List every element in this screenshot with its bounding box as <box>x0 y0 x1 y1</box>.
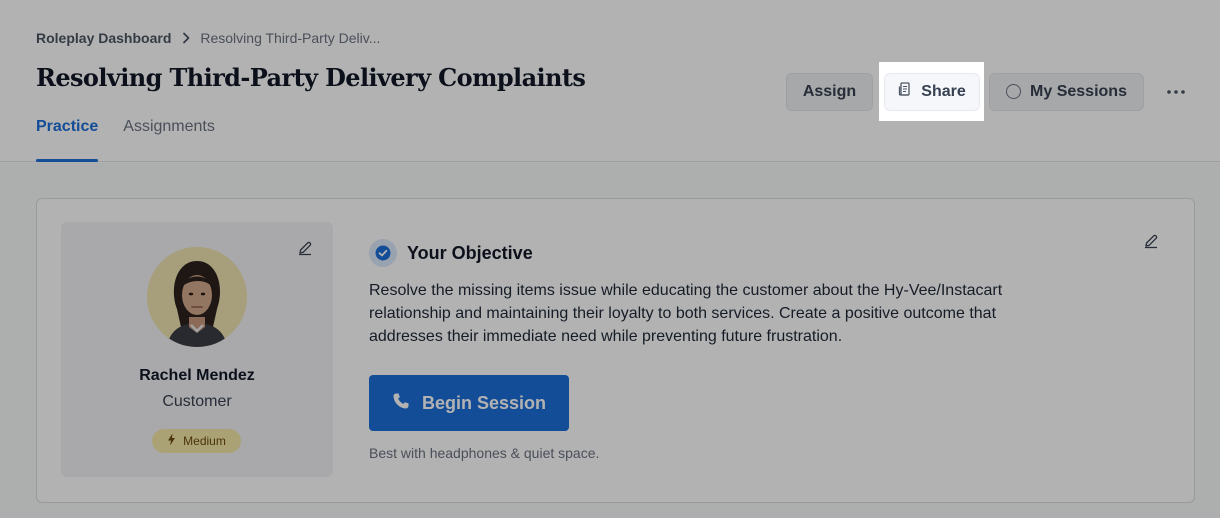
tab-practice[interactable]: Practice <box>36 118 99 162</box>
breadcrumb: Roleplay Dashboard Resolving Third-Party… <box>36 30 380 46</box>
more-horizontal-icon[interactable] <box>1164 80 1188 104</box>
page-header: Roleplay Dashboard Resolving Third-Party… <box>0 0 1220 162</box>
assign-button[interactable]: Assign <box>786 72 873 111</box>
objective-heading: Your Objective <box>369 239 1059 267</box>
share-icon <box>897 81 913 102</box>
session-hint: Best with headphones & quiet space. <box>369 445 600 461</box>
tab-assignments[interactable]: Assignments <box>123 118 215 162</box>
avatar <box>147 247 247 347</box>
persona-panel: Rachel Mendez Customer Medium <box>61 222 333 477</box>
badge-check-icon <box>369 239 397 267</box>
tab-bar: Practice Assignments <box>36 118 215 162</box>
begin-session-label: Begin Session <box>421 392 547 413</box>
breadcrumb-root-link[interactable]: Roleplay Dashboard <box>36 30 171 46</box>
roleplay-card: Rachel Mendez Customer Medium Your Objec… <box>36 198 1195 503</box>
objective-text: Resolve the missing items issue while ed… <box>369 282 1003 345</box>
persona-name: Rachel Mendez <box>139 367 255 384</box>
my-sessions-button[interactable]: My Sessions <box>989 72 1144 111</box>
begin-session-button[interactable]: Begin Session <box>369 375 569 431</box>
breadcrumb-current: Resolving Third-Party Deliv... <box>200 30 381 46</box>
difficulty-badge: Medium <box>152 429 241 453</box>
share-button[interactable]: Share <box>883 72 980 111</box>
my-sessions-label: My Sessions <box>1030 82 1127 100</box>
share-button-highlight: Share <box>879 62 984 121</box>
persona-role: Customer <box>162 393 232 410</box>
lightning-icon <box>167 433 176 449</box>
pencil-icon[interactable] <box>1143 233 1159 254</box>
difficulty-label: Medium <box>183 434 226 448</box>
objective-section: Your Objective Resolve the missing items… <box>369 239 1059 348</box>
page-title: Resolving Third-Party Delivery Complaint… <box>36 63 586 92</box>
chevron-right-icon <box>182 32 190 44</box>
circle-icon <box>1006 84 1022 99</box>
share-label: Share <box>921 82 966 100</box>
phone-icon <box>392 392 410 415</box>
header-actions: Assign Share My Sessions <box>786 62 1188 121</box>
objective-title: Your Objective <box>407 242 533 263</box>
pencil-icon[interactable] <box>297 240 313 261</box>
